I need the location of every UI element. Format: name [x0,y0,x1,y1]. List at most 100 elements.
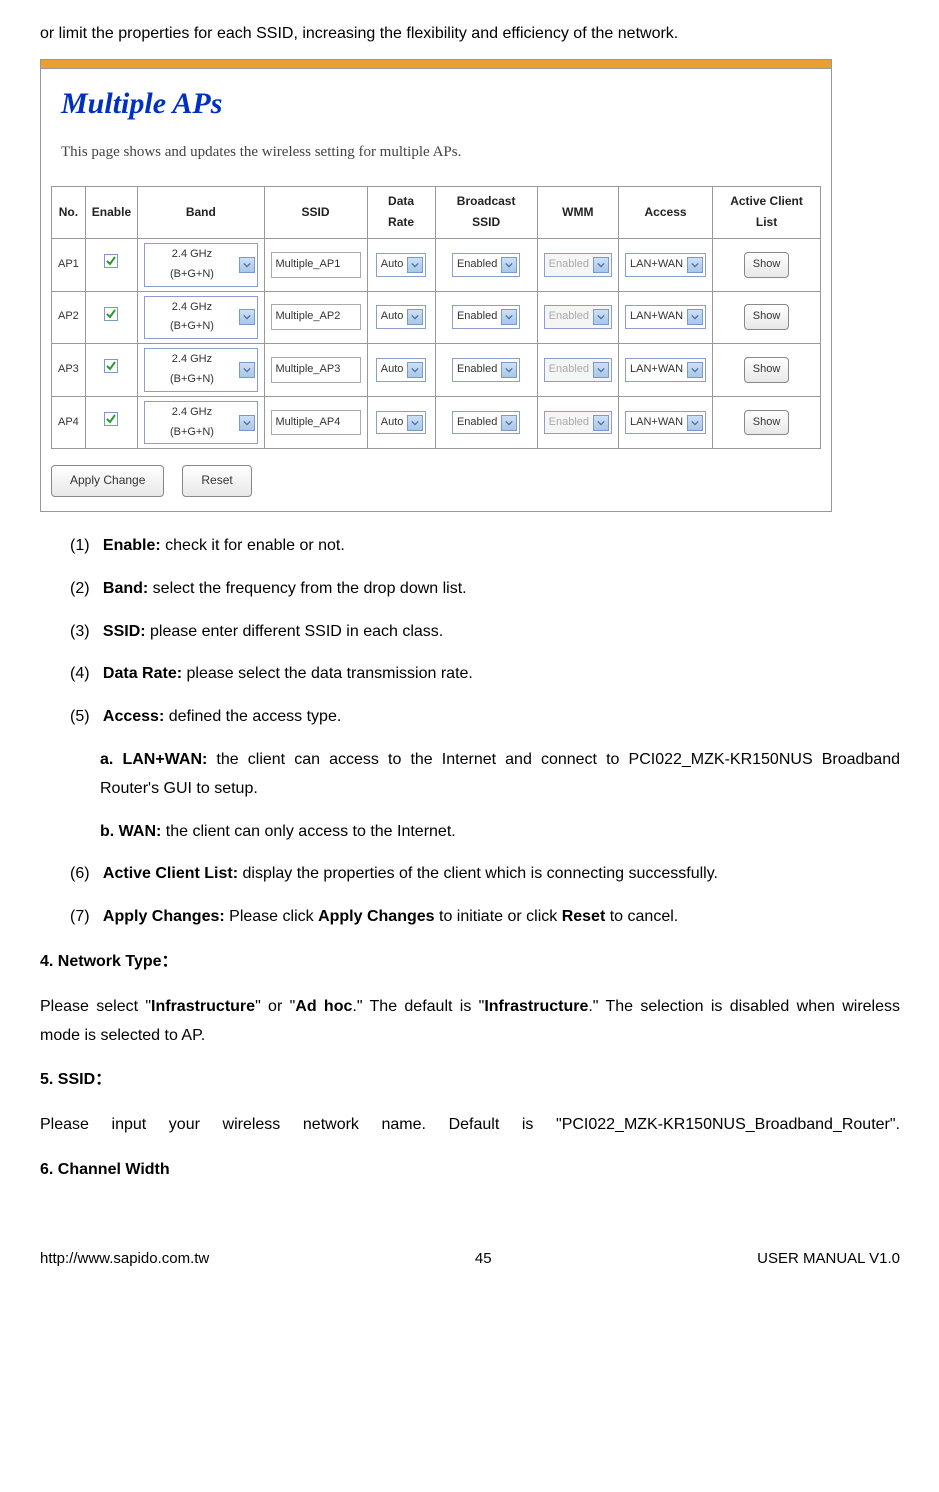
item-2-text: select the frequency from the drop down … [148,580,466,597]
item-5-text: defined the access type. [164,708,341,725]
footer-url: http://www.sapido.com.tw [40,1245,209,1272]
sec4-txt-a: Please select " [40,998,151,1015]
wmm-dropdown: Enabled [544,358,612,382]
item-2: (2) Band: select the frequency from the … [70,575,900,604]
col-no: No. [52,186,86,238]
col-wmm: WMM [537,186,618,238]
ssid-input[interactable]: Multiple_AP2 [271,304,361,330]
section-6-heading: 6. Channel Width [40,1156,900,1185]
chevron-down-icon [687,257,703,273]
chevron-down-icon [687,362,703,378]
chevron-down-icon [593,362,609,378]
show-button[interactable]: Show [744,357,790,383]
item-6-label: Active Client List: [103,865,238,882]
item-4: (4) Data Rate: please select the data tr… [70,660,900,689]
band-dropdown[interactable]: 2.4 GHz (B+G+N) [144,296,257,340]
table-row: AP32.4 GHz (B+G+N)Multiple_AP3AutoEnable… [52,344,821,397]
item-5-label: Access: [103,708,164,725]
access-dropdown[interactable]: LAN+WAN [625,253,706,277]
chevron-down-icon [407,309,423,325]
table-row: AP1 2.4 GHz (B+G+N) Multiple_AP1 Auto Enable… [52,238,821,291]
item-7-num: (7) [70,908,90,925]
access-dropdown[interactable]: LAN+WAN [625,305,706,329]
access-dropdown[interactable]: LAN+WAN [625,358,706,382]
ssid-input[interactable]: Multiple_AP3 [271,357,361,383]
col-access: Access [619,186,713,238]
wmm-dropdown: Enabled [544,253,612,277]
broadcast-ssid-dropdown[interactable]: Enabled [452,358,520,382]
item-5a-label: a. LAN+WAN: [100,751,207,768]
multiple-aps-table: No. Enable Band SSID Data Rate Broadcast… [51,186,821,450]
item-7-apply: Apply Changes [318,908,434,925]
section-4-heading: 4. Network Type： [40,948,900,977]
chevron-down-icon [407,415,423,431]
intro-paragraph: or limit the properties for each SSID, i… [40,20,900,49]
apply-change-button[interactable]: Apply Change [51,465,164,497]
chevron-down-icon [687,309,703,325]
item-6: (6) Active Client List: display the prop… [70,860,900,889]
section-5-heading: 5. SSID： [40,1066,900,1095]
item-4-text: please select the data transmission rate… [182,665,473,682]
ssid-input[interactable]: Multiple_AP4 [271,410,361,436]
item-3: (3) SSID: please enter different SSID in… [70,618,900,647]
item-1-text: check it for enable or not. [161,537,345,554]
row-no: AP1 [52,238,86,291]
chevron-down-icon [407,362,423,378]
show-button[interactable]: Show [744,410,790,436]
chevron-down-icon [593,415,609,431]
item-7-text-c: to cancel. [605,908,678,925]
reset-button[interactable]: Reset [182,465,251,497]
item-5: (5) Access: defined the access type. [70,703,900,732]
access-dropdown[interactable]: LAN+WAN [625,411,706,435]
chevron-down-icon [593,257,609,273]
col-enable: Enable [85,186,137,238]
enable-checkbox[interactable] [85,238,137,291]
broadcast-ssid-dropdown[interactable]: Enabled [452,305,520,329]
chevron-down-icon [501,362,517,378]
col-active-client-list: Active Client List [713,186,821,238]
data-rate-dropdown[interactable]: Auto [376,358,427,382]
item-5-num: (5) [70,708,90,725]
item-5a-text: the client can access to the Internet an… [100,751,900,797]
item-5b-label: b. WAN: [100,823,161,840]
item-1-num: (1) [70,537,90,554]
band-dropdown[interactable]: 2.4 GHz (B+G+N) [144,348,257,392]
band-dropdown[interactable]: 2.4 GHz (B+G+N) [144,401,257,445]
panel-button-row: Apply Change Reset [41,459,831,511]
multiple-aps-panel: Multiple APs This page shows and updates… [40,59,832,512]
section-4-paragraph: Please select "Infrastructure" or "Ad ho… [40,993,900,1051]
item-7-text-b: to initiate or click [435,908,562,925]
sec4-txt-e: ." The default is " [352,998,484,1015]
data-rate-dropdown[interactable]: Auto [376,253,427,277]
data-rate-dropdown[interactable]: Auto [376,305,427,329]
data-rate-dropdown[interactable]: Auto [376,411,427,435]
broadcast-ssid-dropdown[interactable]: Enabled [452,411,520,435]
item-7-reset: Reset [562,908,606,925]
chevron-down-icon [407,257,423,273]
chevron-down-icon [501,257,517,273]
item-2-label: Band: [103,580,148,597]
wmm-dropdown: Enabled [544,411,612,435]
enable-checkbox[interactable] [85,291,137,344]
show-button[interactable]: Show [744,252,790,278]
item-5b: b. WAN: the client can only access to th… [100,818,900,847]
col-data-rate: Data Rate [367,186,435,238]
page-footer: http://www.sapido.com.tw 45 USER MANUAL … [40,1245,900,1272]
item-5b-text: the client can only access to the Intern… [161,823,455,840]
col-band: Band [138,186,264,238]
item-3-num: (3) [70,623,90,640]
sec4-txt-f: Infrastructure [484,998,588,1015]
chevron-down-icon [687,415,703,431]
band-dropdown[interactable]: 2.4 GHz (B+G+N) [144,243,257,287]
sec4-txt-d: Ad hoc [295,998,352,1015]
chevron-down-icon [239,257,255,273]
item-4-num: (4) [70,665,90,682]
chevron-down-icon [239,362,255,378]
col-ssid: SSID [264,186,367,238]
show-button[interactable]: Show [744,304,790,330]
chevron-down-icon [501,415,517,431]
enable-checkbox[interactable] [85,396,137,449]
enable-checkbox[interactable] [85,344,137,397]
broadcast-ssid-dropdown[interactable]: Enabled [452,253,520,277]
ssid-input[interactable]: Multiple_AP1 [271,252,361,278]
